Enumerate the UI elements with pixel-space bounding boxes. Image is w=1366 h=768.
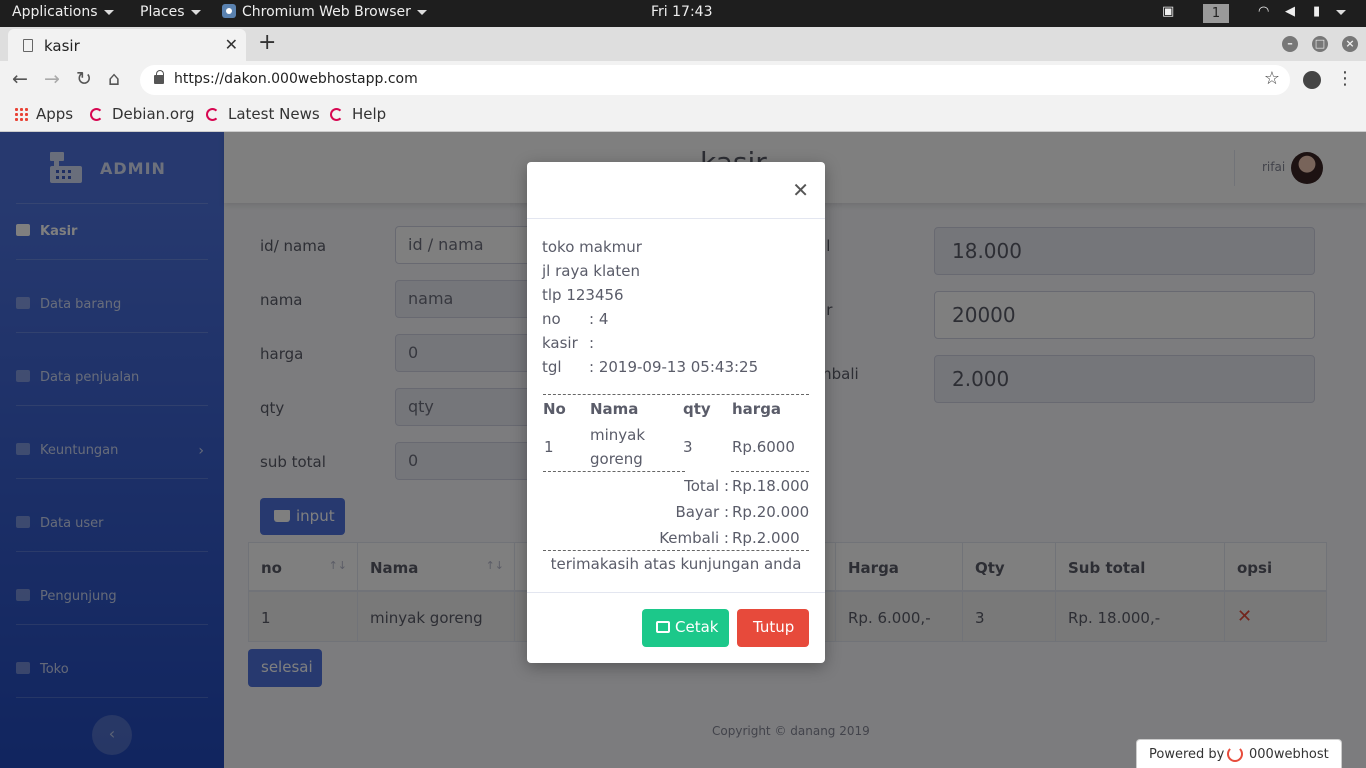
receipt-item-qty: 3 xyxy=(683,438,693,456)
bookmark-star-icon[interactable]: ☆ xyxy=(1264,68,1280,89)
receipt-item-harga: Rp.6000 xyxy=(732,438,795,456)
modal-footer-divider xyxy=(527,592,825,593)
volume-icon[interactable]: ◀ xyxy=(1285,4,1295,19)
bookmark-latest-news[interactable]: Latest News xyxy=(206,105,320,123)
clock[interactable]: Fri 17:43 xyxy=(651,4,712,20)
receipt-store-name: toko makmur xyxy=(542,238,642,256)
receipt-header-no: No xyxy=(543,400,566,418)
receipt-header-harga: harga xyxy=(732,400,782,418)
bookmark-debian[interactable]: Debian.org xyxy=(90,105,195,123)
receipt-dashed-divider xyxy=(543,471,685,472)
chevron-down-icon xyxy=(416,9,427,15)
chromium-icon xyxy=(222,4,236,18)
receipt-dashed-divider xyxy=(543,394,809,395)
receipt-kasir-value: : xyxy=(589,334,595,352)
modal-close-icon[interactable]: ✕ xyxy=(792,180,809,200)
url-text: https://dakon.000webhostapp.com xyxy=(174,71,418,87)
receipt-header-nama: Nama xyxy=(590,400,639,418)
receipt-modal: ✕ toko makmur jl raya klaten tlp 123456 … xyxy=(527,162,825,663)
forward-arrow-icon[interactable]: → xyxy=(44,68,60,90)
receipt-total-label: Total : xyxy=(684,477,729,495)
webhost-logo-icon xyxy=(1227,746,1243,762)
receipt-phone: tlp 123456 xyxy=(542,286,624,304)
video-indicator-icon[interactable]: ▣ xyxy=(1162,4,1174,19)
chevron-down-icon xyxy=(190,9,201,15)
receipt-kasir-line: kasir: xyxy=(542,334,594,352)
receipt-kembali-value: Rp.2.000 xyxy=(732,529,800,547)
webhost-brand-label: 000webhost xyxy=(1249,747,1329,762)
browser-tab-strip: kasir ✕ + – □ × xyxy=(0,27,1366,61)
receipt-total-value: Rp.18.000 xyxy=(732,477,810,495)
close-window-icon[interactable]: × xyxy=(1342,36,1358,52)
receipt-dashed-divider xyxy=(543,550,809,551)
receipt-kembali-label: Kembali : xyxy=(659,529,729,547)
minimize-window-icon[interactable]: – xyxy=(1282,36,1298,52)
apps-grid-icon xyxy=(14,107,28,121)
document-icon xyxy=(23,39,33,52)
bookmark-label: Help xyxy=(352,105,387,123)
wifi-icon[interactable]: ◠ xyxy=(1258,4,1269,19)
receipt-bayar-value: Rp.20.000 xyxy=(732,503,810,521)
workspace-indicator[interactable]: 1 xyxy=(1203,4,1229,23)
browser-toolbar: ← → ↻ ⌂ https://dakon.000webhostapp.com … xyxy=(0,61,1366,99)
receipt-dashed-divider xyxy=(731,471,809,472)
receipt-header-qty: qty xyxy=(683,400,711,418)
active-app-menu[interactable]: Chromium Web Browser xyxy=(222,4,427,20)
bookmark-apps[interactable]: Apps xyxy=(14,105,73,123)
address-bar[interactable]: https://dakon.000webhostapp.com ☆ xyxy=(140,65,1290,95)
cetak-button-label: Cetak xyxy=(675,618,719,636)
home-icon[interactable]: ⌂ xyxy=(108,68,120,90)
bookmark-label: Apps xyxy=(36,105,74,123)
modal-header-divider xyxy=(527,218,825,219)
receipt-tgl-value: : 2019-09-13 05:43:25 xyxy=(589,358,759,376)
system-top-bar: Applications Places Chromium Web Browser… xyxy=(0,0,1366,27)
tutup-button[interactable]: Tutup xyxy=(737,609,809,647)
receipt-tgl-line: tgl : 2019-09-13 05:43:25 xyxy=(542,358,758,376)
back-arrow-icon[interactable]: ← xyxy=(12,68,28,90)
debian-icon xyxy=(206,108,219,121)
applications-label: Applications xyxy=(12,4,98,20)
places-label: Places xyxy=(140,4,185,20)
debian-icon xyxy=(330,108,343,121)
receipt-tgl-label: tgl xyxy=(542,358,562,376)
receipt-item-nama: minyak xyxy=(590,426,646,444)
lock-icon xyxy=(154,70,164,84)
receipt-item-no: 1 xyxy=(544,438,554,456)
receipt-address: jl raya klaten xyxy=(542,262,640,280)
applications-menu[interactable]: Applications xyxy=(12,4,114,20)
reload-icon[interactable]: ↻ xyxy=(76,68,92,90)
bookmark-help[interactable]: Help xyxy=(330,105,386,123)
receipt-item-nama-cont: goreng xyxy=(590,450,643,468)
receipt-kasir-label: kasir xyxy=(542,334,578,352)
active-app-label: Chromium Web Browser xyxy=(242,4,411,20)
browser-tab[interactable]: kasir ✕ xyxy=(8,29,246,61)
bookmarks-bar: Apps Debian.org Latest News Help xyxy=(0,99,1366,132)
new-tab-plus-icon[interactable]: + xyxy=(258,32,276,54)
receipt-no-value: : 4 xyxy=(589,310,609,328)
maximize-window-icon[interactable]: □ xyxy=(1312,36,1328,52)
tab-close-icon[interactable]: ✕ xyxy=(225,35,238,54)
powered-by-label: Powered by xyxy=(1149,747,1225,762)
bookmark-label: Latest News xyxy=(228,105,320,123)
chevron-down-icon xyxy=(103,9,114,15)
receipt-thanks: terimakasih atas kunjungan anda xyxy=(550,555,802,573)
places-menu[interactable]: Places xyxy=(140,4,201,20)
system-menu-chevron-icon[interactable] xyxy=(1336,4,1346,20)
cetak-button[interactable]: Cetak xyxy=(642,609,729,647)
browser-menu-icon[interactable]: ⋮ xyxy=(1336,68,1354,89)
bookmark-label: Debian.org xyxy=(112,105,195,123)
receipt-bayar-label: Bayar : xyxy=(675,503,729,521)
powered-by-badge[interactable]: Powered by 000webhost xyxy=(1136,739,1342,768)
print-icon xyxy=(656,621,670,633)
tab-title: kasir xyxy=(44,37,80,55)
profile-icon[interactable] xyxy=(1303,71,1321,89)
receipt-no-line: no : 4 xyxy=(542,310,608,328)
battery-icon[interactable]: ▮ xyxy=(1313,4,1320,19)
debian-icon xyxy=(90,108,103,121)
receipt-no-label: no xyxy=(542,310,561,328)
